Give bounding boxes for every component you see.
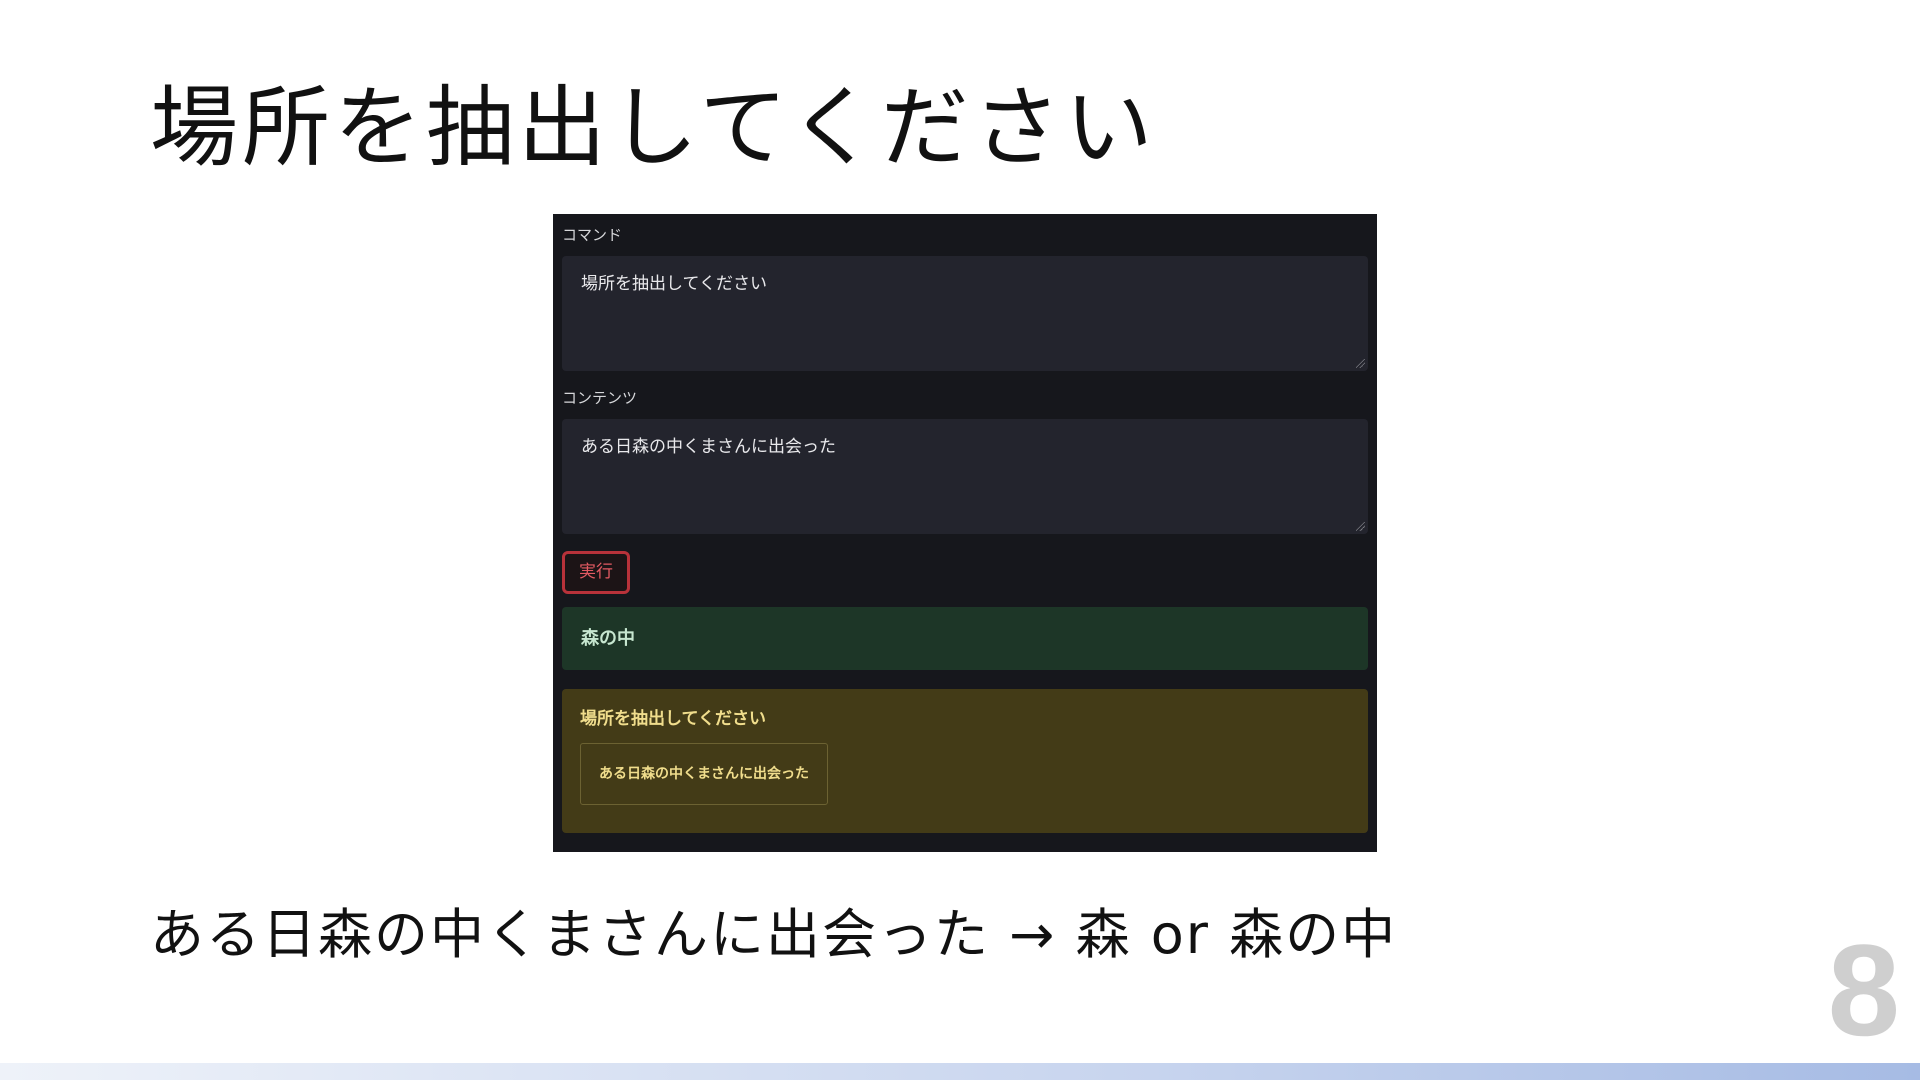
page-number: 8	[1827, 917, 1900, 1063]
history-content-chip: ある日森の中くまさんに出会った	[580, 743, 828, 805]
result-box: 森の中	[562, 607, 1368, 670]
run-button[interactable]: 実行	[562, 551, 630, 594]
content-textarea[interactable]: ある日森の中くまさんに出会った	[562, 419, 1368, 534]
content-text: ある日森の中くまさんに出会った	[581, 437, 836, 457]
footer-gradient-band	[0, 1063, 1920, 1080]
history-card: 場所を抽出してください ある日森の中くまさんに出会った	[562, 689, 1368, 833]
slide-caption: ある日森の中くまさんに出会った → 森 or 森の中	[150, 903, 1398, 966]
resize-grip-icon[interactable]	[1356, 522, 1365, 531]
app-screenshot-panel: コマンド 場所を抽出してください コンテンツ ある日森の中くまさんに出会った 実…	[553, 214, 1377, 852]
content-label: コンテンツ	[562, 389, 638, 407]
command-text: 場所を抽出してください	[581, 274, 767, 294]
slide-title: 場所を抽出してください	[150, 76, 1157, 179]
resize-grip-icon[interactable]	[1356, 359, 1365, 368]
command-label: コマンド	[562, 226, 623, 244]
command-textarea[interactable]: 場所を抽出してください	[562, 256, 1368, 371]
history-command-text: 場所を抽出してください	[580, 709, 766, 729]
